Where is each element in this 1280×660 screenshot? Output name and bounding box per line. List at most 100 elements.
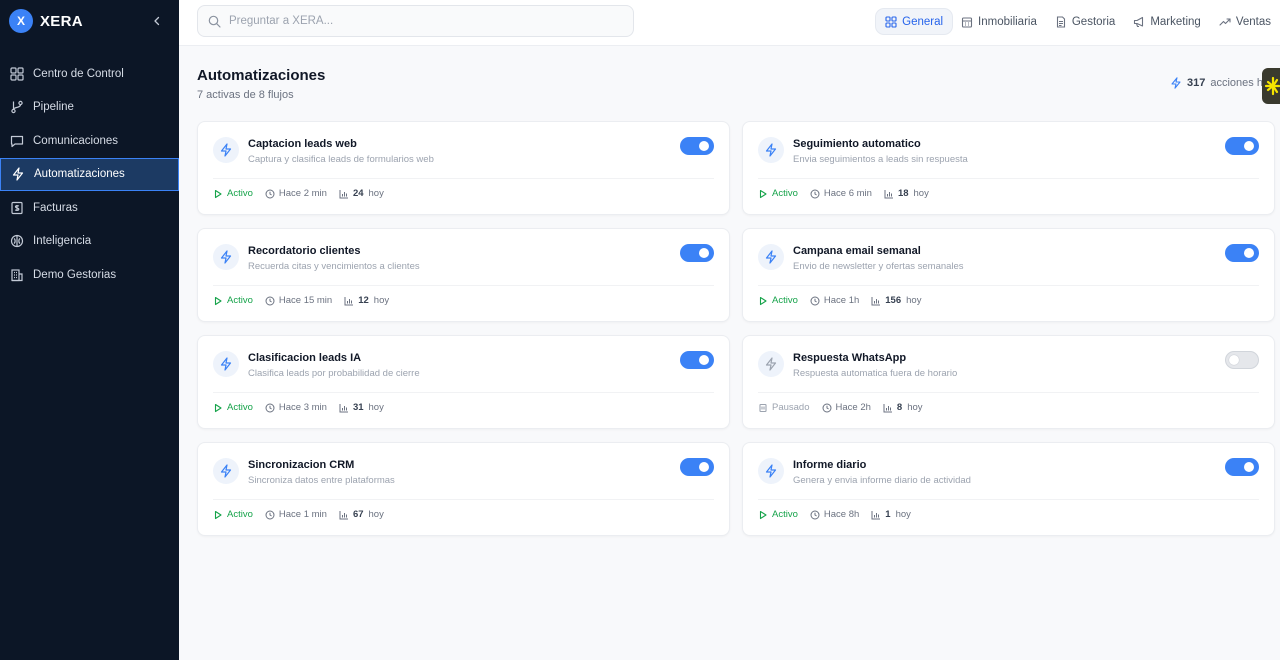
automation-card[interactable]: Captacion leads web Captura y clasifica l… <box>197 121 730 215</box>
last-run-text: Hace 1h <box>823 295 860 306</box>
enable-toggle[interactable] <box>680 137 714 155</box>
collapse-sidebar-button[interactable] <box>150 14 164 28</box>
lightning-icon <box>213 137 239 163</box>
sidebar-item-inteligencia[interactable]: Inteligencia <box>0 225 179 259</box>
last-run: Hace 1h <box>810 295 859 306</box>
card-description: Genera y envia informe diario de activid… <box>793 475 971 486</box>
clock-icon <box>810 296 820 306</box>
sidebar: X XERA Centro de Control Pipeline Comuni… <box>0 0 179 660</box>
enable-toggle[interactable] <box>680 244 714 262</box>
tab-ventas[interactable]: Ventas <box>1210 9 1280 34</box>
tab-inmobiliaria[interactable]: Inmobiliaria <box>952 9 1046 34</box>
automation-card[interactable]: Respuesta WhatsApp Respuesta automatica f… <box>742 335 1275 429</box>
status-text: Activo <box>227 295 253 306</box>
divider <box>213 392 714 393</box>
run-count: 12 hoy <box>344 295 389 306</box>
status-badge: Activo <box>213 402 253 413</box>
enable-toggle[interactable] <box>1225 244 1259 262</box>
card-meta: Activo Hace 15 min 12 hoy <box>213 295 401 306</box>
bar-chart-icon <box>871 296 881 306</box>
divider <box>758 285 1259 286</box>
status-badge: Activo <box>213 295 253 306</box>
sidebar-item-centro-de-control[interactable]: Centro de Control <box>0 57 179 91</box>
grid-icon <box>885 15 897 28</box>
tab-marketing[interactable]: Marketing <box>1124 9 1210 34</box>
last-run-text: Hace 15 min <box>278 295 333 306</box>
status-text: Activo <box>227 402 253 413</box>
tab-label: General <box>902 15 944 28</box>
search-box[interactable] <box>197 5 634 37</box>
search-input[interactable] <box>229 15 609 27</box>
card-title: Respuesta WhatsApp <box>793 352 907 364</box>
automation-card[interactable]: Informe diario Genera y envia informe dia… <box>742 442 1275 536</box>
run-count-value: 31 <box>352 402 364 413</box>
top-tabs: General Inmobiliaria Gestoria Marketing … <box>876 9 1280 34</box>
last-run-text: Hace 6 min <box>823 188 872 199</box>
run-count: 31 hoy <box>339 402 384 413</box>
brand: X XERA <box>0 0 179 42</box>
git-branch-icon <box>9 100 24 115</box>
card-description: Envio de newsletter y ofertas semanales <box>793 261 964 272</box>
status-text: Activo <box>227 188 253 199</box>
play-icon <box>758 296 768 306</box>
play-icon <box>213 403 223 413</box>
automation-card[interactable]: Campana email semanal Envio de newsletter… <box>742 228 1275 322</box>
pause-icon <box>758 403 768 413</box>
play-icon <box>213 189 223 199</box>
enable-toggle[interactable] <box>1225 458 1259 476</box>
automation-card[interactable]: Recordatorio clientes Recuerda citas y ve… <box>197 228 730 322</box>
run-count: 24 hoy <box>339 188 384 199</box>
status-badge: Activo <box>758 509 798 520</box>
last-run: Hace 15 min <box>265 295 332 306</box>
sidebar-item-label: Facturas <box>33 201 78 214</box>
status-badge: Activo <box>758 295 798 306</box>
actions-label: acciones h <box>1210 77 1263 89</box>
automation-card[interactable]: Sincronizacion CRM Sincroniza datos entre… <box>197 442 730 536</box>
clock-icon <box>265 189 275 199</box>
sidebar-item-facturas[interactable]: Facturas <box>0 191 179 225</box>
brain-icon <box>9 234 24 249</box>
card-title: Seguimiento automatico <box>793 138 921 150</box>
clock-icon <box>265 296 275 306</box>
floating-widget-button[interactable] <box>1262 68 1280 104</box>
sidebar-item-automatizaciones[interactable]: Automatizaciones <box>0 157 179 191</box>
tab-general[interactable]: General <box>876 9 953 34</box>
enable-toggle[interactable] <box>1225 351 1259 369</box>
card-description: Recuerda citas y vencimientos a clientes <box>248 261 420 272</box>
divider <box>758 392 1259 393</box>
lightning-icon <box>758 351 784 377</box>
page-subtitle: 7 activas de 8 flujos <box>197 89 294 101</box>
message-icon <box>9 133 24 148</box>
tab-gestoria[interactable]: Gestoria <box>1046 9 1124 34</box>
sidebar-item-comunicaciones[interactable]: Comunicaciones <box>0 124 179 158</box>
lightning-icon <box>758 137 784 163</box>
clock-icon <box>810 189 820 199</box>
clock-icon <box>822 403 832 413</box>
automation-card[interactable]: Clasificacion leads IA Clasifica leads po… <box>197 335 730 429</box>
chevron-left-icon <box>154 16 160 26</box>
bar-chart-icon <box>339 403 349 413</box>
card-meta: Activo Hace 6 min 18 hoy <box>758 188 941 199</box>
tab-label: Inmobiliaria <box>978 15 1037 28</box>
card-title: Clasificacion leads IA <box>248 352 362 364</box>
actions-count: 317 <box>1187 77 1206 89</box>
enable-toggle[interactable] <box>680 458 714 476</box>
tab-label: Marketing <box>1150 15 1201 28</box>
sidebar-item-pipeline[interactable]: Pipeline <box>0 91 179 125</box>
run-count-unit: hoy <box>906 295 922 306</box>
run-count: 156 hoy <box>871 295 921 306</box>
search-icon <box>208 15 221 28</box>
run-count-value: 156 <box>885 295 902 306</box>
card-title: Informe diario <box>793 459 867 471</box>
enable-toggle[interactable] <box>680 351 714 369</box>
automation-card[interactable]: Seguimiento automatico Envia seguimientos… <box>742 121 1275 215</box>
last-run: Hace 2h <box>822 402 871 413</box>
sidebar-item-label: Centro de Control <box>33 67 124 80</box>
actions-counter: 317 acciones h <box>1170 77 1263 89</box>
sidebar-item-demo-gestorias[interactable]: Demo Gestorias <box>0 258 179 292</box>
run-count-unit: hoy <box>907 402 923 413</box>
enable-toggle[interactable] <box>1225 137 1259 155</box>
run-count-value: 1 <box>885 509 891 520</box>
run-count-value: 12 <box>358 295 369 306</box>
receipt-icon <box>9 200 24 215</box>
